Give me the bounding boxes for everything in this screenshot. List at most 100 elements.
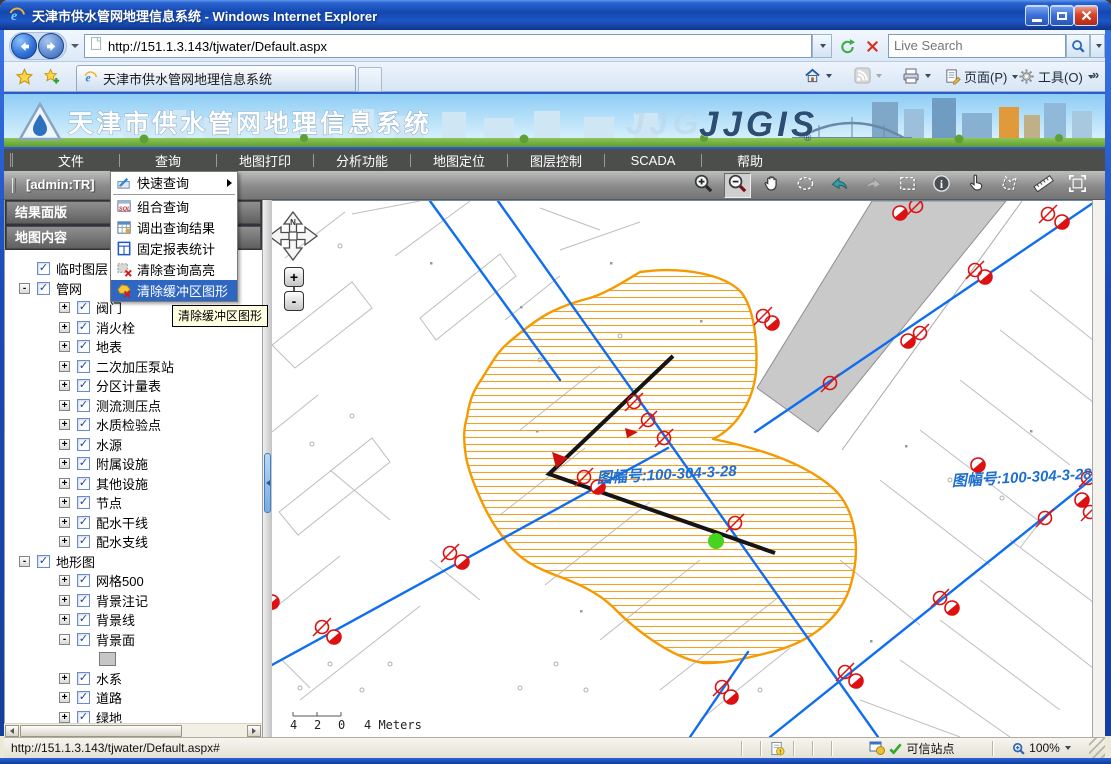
search-input[interactable] bbox=[894, 38, 1062, 53]
tree-item-17[interactable]: 背景注记 bbox=[5, 591, 262, 611]
valve-symbol-icon[interactable] bbox=[272, 592, 282, 612]
collapse-minus-icon[interactable] bbox=[59, 634, 70, 645]
valve-symbol-icon[interactable] bbox=[762, 313, 782, 333]
scroll-right-button[interactable] bbox=[247, 725, 261, 737]
layer-label[interactable]: 附属设施 bbox=[96, 454, 148, 473]
expand-plus-icon[interactable] bbox=[59, 673, 70, 684]
rect-select-button[interactable] bbox=[894, 173, 921, 198]
tree-item-16[interactable]: 网格500 bbox=[5, 571, 262, 591]
home-button[interactable] bbox=[804, 67, 832, 84]
expand-plus-icon[interactable] bbox=[59, 419, 70, 430]
tree-item-10[interactable]: 附属设施 bbox=[5, 454, 262, 474]
tree-item-21[interactable]: 水系 bbox=[5, 669, 262, 689]
query-menu-item-5[interactable]: 清除缓冲区图形 bbox=[111, 280, 237, 301]
feeds-button[interactable] bbox=[854, 67, 882, 84]
layer-checkbox[interactable] bbox=[77, 399, 90, 412]
tree-item-4[interactable]: 地表 bbox=[5, 337, 262, 357]
page-zoom-control[interactable]: 100% bbox=[993, 738, 1089, 758]
expand-plus-icon[interactable] bbox=[59, 400, 70, 411]
tree-item-8[interactable]: 水质检验点 bbox=[5, 415, 262, 435]
query-menu-item-3[interactable]: 固定报表统计 bbox=[111, 238, 237, 259]
node-symbol-icon[interactable] bbox=[1036, 509, 1054, 527]
layer-checkbox[interactable] bbox=[77, 301, 90, 314]
expand-plus-icon[interactable] bbox=[59, 497, 70, 508]
layer-label[interactable]: 地形图 bbox=[56, 552, 95, 571]
print-button[interactable] bbox=[902, 67, 931, 85]
layer-label[interactable]: 水系 bbox=[96, 669, 122, 688]
maximize-button[interactable] bbox=[1050, 5, 1074, 26]
tree-item-7[interactable]: 测流测压点 bbox=[5, 396, 262, 416]
layer-label[interactable]: 二次加压泵站 bbox=[96, 357, 174, 376]
valve-symbol-icon[interactable] bbox=[452, 552, 472, 572]
layer-label[interactable]: 管网 bbox=[56, 279, 82, 298]
expand-plus-icon[interactable] bbox=[59, 595, 70, 606]
polygon-select-button[interactable] bbox=[996, 173, 1023, 198]
expand-plus-icon[interactable] bbox=[59, 692, 70, 703]
layer-label[interactable]: 网格500 bbox=[96, 571, 144, 590]
pan-button[interactable] bbox=[758, 173, 785, 198]
layer-label[interactable]: 分区计量表 bbox=[96, 376, 161, 395]
query-menu-item-0[interactable]: 快速查询 bbox=[111, 172, 237, 193]
layer-checkbox[interactable] bbox=[77, 691, 90, 704]
menubar-item-7[interactable]: 帮助 bbox=[702, 151, 798, 170]
node-symbol-icon[interactable] bbox=[911, 324, 929, 342]
layer-checkbox[interactable] bbox=[77, 516, 90, 529]
layer-checkbox[interactable] bbox=[77, 672, 90, 685]
layer-checkbox[interactable] bbox=[77, 711, 90, 723]
tree-item-19[interactable]: 背景面 bbox=[5, 630, 262, 650]
menubar-item-2[interactable]: 地图打印 bbox=[217, 151, 313, 170]
expand-plus-icon[interactable] bbox=[59, 712, 70, 723]
layer-label[interactable]: 水源 bbox=[96, 435, 122, 454]
tools-menu-button[interactable]: 工具(O) bbox=[1018, 67, 1094, 86]
measure-button[interactable] bbox=[1030, 173, 1057, 198]
expand-plus-icon[interactable] bbox=[59, 439, 70, 450]
add-favorite-icon[interactable] bbox=[44, 68, 61, 90]
expand-plus-icon[interactable] bbox=[59, 302, 70, 313]
security-zone-indicator[interactable]: 可信站点 bbox=[832, 738, 992, 758]
expand-plus-icon[interactable] bbox=[59, 380, 70, 391]
zoom-in-button[interactable] bbox=[690, 173, 717, 198]
layer-label[interactable]: 配水支线 bbox=[96, 532, 148, 551]
redo-button[interactable] bbox=[860, 173, 887, 198]
tree-item-6[interactable]: 分区计量表 bbox=[5, 376, 262, 396]
layer-checkbox[interactable] bbox=[77, 321, 90, 334]
query-menu-item-2[interactable]: 调出查询结果 bbox=[111, 217, 237, 238]
layer-label[interactable]: 测流测压点 bbox=[96, 396, 161, 415]
tree-item-9[interactable]: 水源 bbox=[5, 435, 262, 455]
tree-item-15[interactable]: 地形图 bbox=[5, 552, 262, 572]
layer-checkbox[interactable] bbox=[77, 438, 90, 451]
identify-button[interactable]: i bbox=[928, 173, 955, 198]
stop-button[interactable] bbox=[861, 34, 884, 58]
scrollbar-thumb[interactable] bbox=[20, 725, 182, 737]
overflow-chevron[interactable]: » bbox=[1092, 67, 1099, 82]
sidebar-horizontal-scrollbar[interactable] bbox=[4, 723, 262, 737]
sidebar-splitter[interactable] bbox=[262, 200, 272, 737]
tree-item-11[interactable]: 其他设施 bbox=[5, 474, 262, 494]
refresh-button[interactable] bbox=[836, 34, 859, 58]
forward-button[interactable] bbox=[38, 33, 64, 59]
layer-checkbox[interactable] bbox=[77, 360, 90, 373]
layer-label[interactable]: 节点 bbox=[96, 493, 122, 512]
menubar-item-5[interactable]: 图层控制 bbox=[508, 151, 604, 170]
pointer-button[interactable] bbox=[962, 173, 989, 198]
map-zoom-out-button[interactable]: - bbox=[284, 291, 304, 311]
layer-label[interactable]: 消火栓 bbox=[96, 318, 135, 337]
layer-label[interactable]: 水质检验点 bbox=[96, 415, 161, 434]
expand-plus-icon[interactable] bbox=[59, 536, 70, 547]
title-bar[interactable]: e 天津市供水管网地理信息系统 - Windows Internet Explo… bbox=[0, 0, 1111, 30]
scroll-left-button[interactable] bbox=[5, 725, 19, 737]
full-extent-button[interactable] bbox=[1064, 173, 1091, 198]
tree-item-13[interactable]: 配水干线 bbox=[5, 513, 262, 533]
circle-select-button[interactable] bbox=[792, 173, 819, 198]
layer-label[interactable]: 背景面 bbox=[96, 630, 135, 649]
expand-plus-icon[interactable] bbox=[59, 614, 70, 625]
layer-checkbox[interactable] bbox=[77, 594, 90, 607]
query-menu-item-4[interactable]: 清除查询高亮 bbox=[111, 259, 237, 280]
layer-checkbox[interactable] bbox=[77, 496, 90, 509]
layer-label[interactable]: 其他设施 bbox=[96, 474, 148, 493]
menubar-item-0[interactable]: 文件 bbox=[23, 151, 119, 170]
tab-active[interactable]: e 天津市供水管网地理信息系统 bbox=[76, 65, 356, 92]
layer-checkbox[interactable] bbox=[77, 633, 90, 646]
layer-checkbox[interactable] bbox=[77, 477, 90, 490]
search-dropdown-button[interactable] bbox=[1090, 34, 1105, 58]
